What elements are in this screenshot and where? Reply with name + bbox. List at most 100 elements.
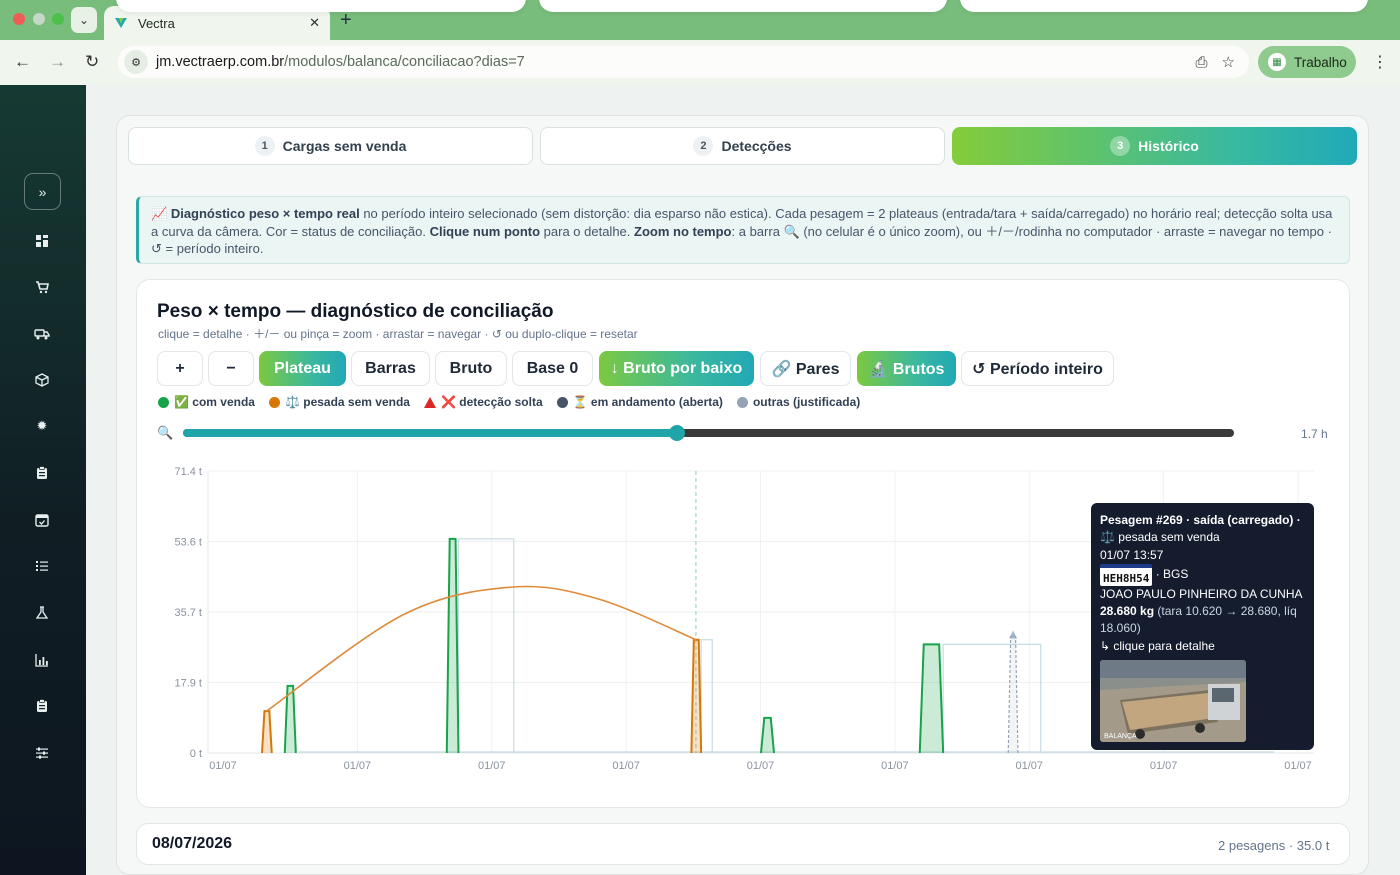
time-zoom-slider[interactable] bbox=[183, 425, 1234, 441]
slider-fill bbox=[183, 429, 677, 437]
tab-historico[interactable]: 3 Histórico bbox=[952, 127, 1357, 165]
camera-snapshot: BALANÇA bbox=[1100, 660, 1246, 742]
legend-dot bbox=[268, 396, 280, 408]
profile-label: Trabalho bbox=[1294, 54, 1347, 70]
tooltip-vehicle: HEH8H54 · BGS bbox=[1100, 563, 1305, 586]
legend-item-com-venda[interactable]: ✅ com venda bbox=[158, 395, 255, 409]
cart-icon[interactable] bbox=[33, 278, 51, 296]
day-date: 08/07/2026 bbox=[152, 835, 233, 852]
info-bold-2: Clique num ponto bbox=[429, 223, 541, 239]
plateau-toggle[interactable]: Plateau bbox=[259, 351, 346, 386]
tab-search-button[interactable]: ⌄ bbox=[71, 7, 97, 33]
zoom-out-button[interactable]: − bbox=[208, 351, 254, 386]
url-path: /modulos/balanca/conciliacao?dias=7 bbox=[284, 54, 525, 70]
summary-card bbox=[539, 0, 947, 12]
tab-cargas-sem-venda[interactable]: 1 Cargas sem venda bbox=[128, 127, 533, 165]
bruto-por-baixo-toggle[interactable]: ↓ Bruto por baixo bbox=[599, 351, 754, 386]
y-tick-label: 35.7 t bbox=[174, 607, 202, 619]
sidebar-expand-button[interactable]: » bbox=[24, 173, 61, 210]
install-app-icon[interactable]: ⎙ bbox=[1196, 54, 1208, 71]
flask-icon[interactable] bbox=[33, 604, 51, 622]
new-tab-button[interactable]: + bbox=[340, 9, 352, 31]
calendar-icon[interactable] bbox=[33, 511, 51, 529]
photo-caption: BALANÇA bbox=[1104, 733, 1137, 740]
y-tick-label: 71.4 t bbox=[174, 466, 202, 478]
legend-item-pesada-sem-venda[interactable]: ⚖️ pesada sem venda bbox=[268, 395, 410, 409]
legend-item-outras[interactable]: outras (justificada) bbox=[736, 395, 860, 409]
legend-label: ⏳ em andamento (aberta) bbox=[572, 395, 723, 409]
list-icon[interactable] bbox=[33, 557, 51, 575]
truck-icon[interactable] bbox=[33, 325, 51, 343]
clipboard-icon[interactable] bbox=[33, 464, 51, 482]
chart-tooltip: Pesagem #269 · saída (carregado) · ⚖️ pe… bbox=[1091, 503, 1314, 750]
tooltip-company: · BGS bbox=[1155, 567, 1189, 582]
zoom-readout: 1.7 h bbox=[1301, 427, 1328, 441]
forward-arrow-icon[interactable]: → bbox=[49, 52, 66, 72]
vectra-favicon-icon bbox=[115, 18, 127, 28]
chevron-down-icon: ⌄ bbox=[78, 13, 90, 27]
legend-item-em-andamento[interactable]: ⏳ em andamento (aberta) bbox=[556, 395, 723, 409]
gear-icon[interactable]: ✹ bbox=[33, 417, 51, 435]
legend-dot bbox=[158, 396, 169, 408]
zoom-in-button[interactable]: + bbox=[157, 351, 203, 386]
profile-chip[interactable]: ▦ Trabalho bbox=[1258, 46, 1356, 78]
legend-label: ⚖️ pesada sem venda bbox=[284, 395, 410, 409]
brutos-toggle[interactable]: 🔬 Brutos bbox=[857, 351, 956, 386]
reload-icon[interactable]: ↻ bbox=[85, 52, 99, 72]
x-tick-label: 01/07 bbox=[612, 760, 640, 772]
step-number: 2 bbox=[693, 136, 714, 156]
bookmark-star-icon[interactable]: ☆ bbox=[1222, 54, 1235, 71]
tab-title: Vectra bbox=[138, 15, 175, 31]
barras-toggle[interactable]: Barras bbox=[351, 351, 430, 386]
legend-label: ❌ detecção solta bbox=[440, 395, 543, 409]
sliders-icon[interactable] bbox=[33, 744, 51, 762]
legend-item-deteccao-solta[interactable]: ❌ detecção solta bbox=[423, 395, 543, 409]
tooltip-weight: 28.680 kg (tara 10.620 → 28.680, líq 18.… bbox=[1100, 603, 1305, 638]
profile-avatar-icon: ▦ bbox=[1268, 53, 1286, 71]
slider-handle[interactable] bbox=[668, 425, 685, 441]
tooltip-hint: ↳ clique para detalhe bbox=[1100, 638, 1215, 653]
tooltip-status: ⚖️ pesada sem venda bbox=[1100, 530, 1220, 545]
info-bold-3: Zoom no tempo bbox=[634, 223, 732, 239]
tooltip-weight-value: 28.680 kg bbox=[1100, 604, 1155, 619]
app-sidebar: » ✹ bbox=[0, 85, 86, 875]
magnifier-icon: 🔍 bbox=[157, 425, 174, 440]
site-settings-icon[interactable]: ⚙ bbox=[124, 50, 148, 74]
window-zoom-button[interactable] bbox=[52, 13, 64, 25]
info-text-2: para o detalhe. bbox=[540, 223, 635, 239]
chart-trend-icon: 📈 bbox=[151, 206, 168, 221]
box-icon[interactable] bbox=[33, 371, 51, 389]
x-tick-label: 01/07 bbox=[478, 760, 506, 772]
x-tick-label: 01/07 bbox=[344, 760, 372, 772]
day-row[interactable] bbox=[136, 823, 1350, 865]
legend-dot bbox=[556, 396, 568, 408]
tooltip-datetime: 01/07 13:57 bbox=[1100, 547, 1164, 562]
legend-label: ✅ com venda bbox=[174, 395, 255, 409]
x-tick-label: 01/07 bbox=[747, 760, 775, 772]
x-tick-label: 01/07 bbox=[1284, 760, 1312, 772]
legend-triangle bbox=[423, 396, 436, 408]
dashboard-icon[interactable] bbox=[33, 232, 51, 250]
x-tick-label: 01/07 bbox=[1150, 760, 1178, 772]
pares-toggle[interactable]: 🔗 Pares bbox=[760, 351, 851, 386]
browser-toolbar: ← → ↻ ⚙ jm.vectraerp.com.br/modulos/bala… bbox=[0, 40, 1400, 85]
back-arrow-icon[interactable]: ← bbox=[14, 52, 31, 72]
legend-dot bbox=[736, 396, 748, 408]
chart-title: Peso × tempo — diagnóstico de conciliaçã… bbox=[157, 301, 554, 322]
y-tick-label: 0 t bbox=[190, 748, 202, 760]
clipboard-check-icon[interactable] bbox=[33, 697, 51, 715]
browser-menu-icon[interactable]: ⋮ bbox=[1372, 52, 1388, 72]
bar-chart-icon[interactable] bbox=[33, 651, 51, 669]
step-label: Histórico bbox=[1138, 138, 1199, 154]
window-minimize-button[interactable] bbox=[33, 13, 45, 25]
diagnostic-info-box: 📈 Diagnóstico peso × tempo real no perío… bbox=[136, 196, 1350, 264]
window-close-button[interactable] bbox=[13, 13, 25, 25]
x-tick-label: 01/07 bbox=[1015, 760, 1043, 772]
address-bar[interactable]: ⚙ jm.vectraerp.com.br/modulos/balanca/co… bbox=[118, 46, 1249, 78]
base0-toggle[interactable]: Base 0 bbox=[512, 351, 593, 386]
tab-close-icon[interactable]: ✕ bbox=[309, 15, 320, 31]
periodo-inteiro-button[interactable]: ↺ Período inteiro bbox=[961, 351, 1114, 386]
chart-subtitle: clique = detalhe · ＋/－ ou pinça = zoom ·… bbox=[158, 327, 638, 341]
tab-deteccoes[interactable]: 2 Detecções bbox=[540, 127, 945, 165]
bruto-toggle[interactable]: Bruto bbox=[435, 351, 507, 386]
